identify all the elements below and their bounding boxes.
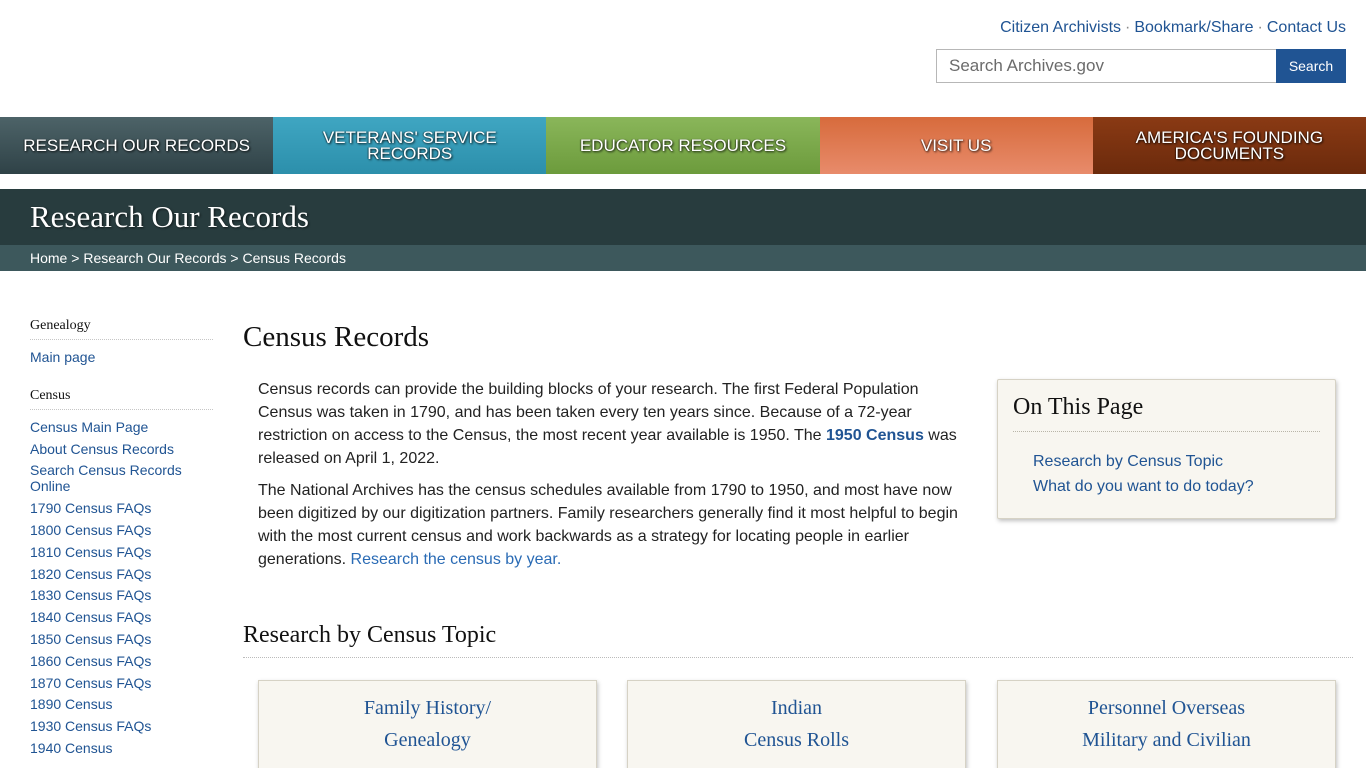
search-button[interactable]: Search [1276, 49, 1346, 83]
sidebar-link-1850[interactable]: 1850 Census FAQs [30, 631, 213, 647]
breadcrumb-bar: Home > Research Our Records > Census Rec… [0, 245, 1366, 271]
sidebar-link-1890[interactable]: 1890 Census [30, 696, 213, 712]
nav-visit-us[interactable]: VISIT US [819, 117, 1093, 174]
sidebar-link-about-census[interactable]: About Census Records [30, 441, 213, 457]
topic-card-personnel-overseas[interactable]: Personnel Overseas Military and Civilian [997, 680, 1336, 768]
sidebar-link-1860[interactable]: 1860 Census FAQs [30, 653, 213, 669]
nav-veterans-service-records[interactable]: VETERANS' SERVICE RECORDS [273, 117, 547, 174]
utility-separator: · [1257, 19, 1263, 36]
breadcrumb-home[interactable]: Home [30, 250, 67, 266]
intro-paragraph-1: Census records can provide the building … [258, 381, 957, 467]
search-input[interactable] [936, 49, 1276, 83]
sidebar-link-1820[interactable]: 1820 Census FAQs [30, 566, 213, 582]
intro-text: Census records can provide the building … [258, 378, 968, 580]
sidebar-link-1830[interactable]: 1830 Census FAQs [30, 587, 213, 603]
citizen-archivists-link[interactable]: Citizen Archivists [1000, 19, 1121, 36]
section-title: Research Our Records [30, 199, 309, 234]
breadcrumb-separator: > [230, 250, 239, 266]
otp-link-research-by-topic[interactable]: Research by Census Topic [1033, 449, 1335, 474]
sidebar-link-1810[interactable]: 1810 Census FAQs [30, 544, 213, 560]
sidebar: Genealogy Main page Census Census Main P… [30, 318, 213, 762]
sidebar-heading-census: Census [30, 388, 213, 410]
topic-card-indian-census-rolls[interactable]: Indian Census Rolls [627, 680, 966, 768]
sidebar-link-1870[interactable]: 1870 Census FAQs [30, 675, 213, 691]
breadcrumb-separator: > [71, 250, 80, 266]
1950-census-link[interactable]: 1950 Census [826, 427, 924, 444]
on-this-page-box: On This Page Research by Census Topic Wh… [997, 379, 1336, 519]
research-census-by-year-link[interactable]: Research the census by year. [351, 551, 562, 568]
sidebar-link-1800[interactable]: 1800 Census FAQs [30, 522, 213, 538]
sidebar-link-1790[interactable]: 1790 Census FAQs [30, 500, 213, 516]
sidebar-link-census-main[interactable]: Census Main Page [30, 419, 213, 435]
sidebar-link-1940[interactable]: 1940 Census [30, 740, 213, 756]
breadcrumb: Home > Research Our Records > Census Rec… [30, 250, 346, 266]
section-banner: Research Our Records [0, 189, 1366, 245]
contact-us-link[interactable]: Contact Us [1267, 19, 1346, 36]
sidebar-link-search-census-online[interactable]: Search Census Records Online [30, 462, 213, 494]
main-nav: RESEARCH OUR RECORDS VETERANS' SERVICE R… [0, 117, 1366, 174]
sidebar-link-1930[interactable]: 1930 Census FAQs [30, 718, 213, 734]
nav-educator-resources[interactable]: EDUCATOR RESOURCES [546, 117, 820, 174]
intro-paragraph-2: The National Archives has the census sch… [258, 482, 958, 568]
nav-research-our-records[interactable]: RESEARCH OUR RECORDS [0, 117, 274, 174]
page-title: Census Records [243, 321, 430, 353]
utility-links: Citizen Archivists · Bookmark/Share · Contac… [1000, 19, 1346, 37]
topic-card-family-history[interactable]: Family History/ Genealogy [258, 680, 597, 768]
bookmark-share-link[interactable]: Bookmark/Share [1134, 19, 1253, 36]
sidebar-heading-genealogy: Genealogy [30, 318, 213, 340]
nav-americas-founding-documents[interactable]: AMERICA'S FOUNDING DOCUMENTS [1092, 117, 1366, 174]
main-content: Census Records Census records can provid… [243, 318, 1353, 768]
sidebar-link-main-page[interactable]: Main page [30, 349, 213, 365]
otp-link-what-to-do[interactable]: What do you want to do today? [1033, 474, 1335, 499]
sidebar-link-1840[interactable]: 1840 Census FAQs [30, 609, 213, 625]
on-this-page-title: On This Page [1013, 394, 1320, 432]
site-search: Search [936, 49, 1346, 83]
breadcrumb-current: Census Records [242, 250, 346, 266]
topic-heading: Research by Census Topic [243, 622, 1353, 658]
breadcrumb-research-our-records[interactable]: Research Our Records [83, 250, 226, 266]
utility-separator: · [1125, 19, 1131, 36]
